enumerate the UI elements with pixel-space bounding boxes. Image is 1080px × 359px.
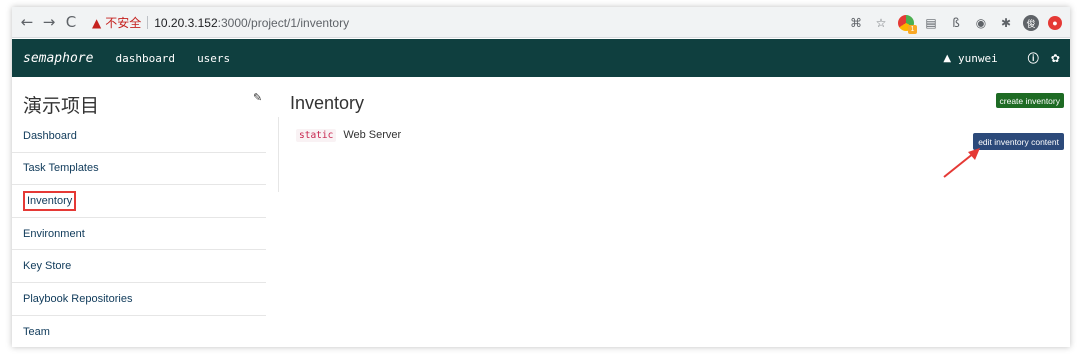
forward-arrow-icon[interactable]: →	[38, 11, 60, 33]
navbar-right: ▲ yunwei ⓘ ✿	[943, 39, 1060, 77]
browser-actions: ⌘ ☆ 1 ▤ ß ◉ ✱ 俊 ●	[848, 13, 1062, 34]
star-icon[interactable]: ☆	[873, 16, 889, 30]
adblock-icon[interactable]: ●	[1048, 16, 1062, 30]
inventory-type-badge: static	[296, 128, 337, 142]
info-icon[interactable]: ⓘ	[1028, 50, 1039, 66]
link-icon[interactable]: ß	[948, 16, 964, 30]
sidebar-item-inventory[interactable]: Inventory	[12, 185, 266, 218]
insecure-label: 不安全	[105, 16, 142, 30]
user-menu[interactable]: ▲ yunwei	[943, 52, 997, 65]
url-host: 10.20.3.152	[154, 15, 218, 30]
sidebar-item-label: Key Store	[23, 260, 72, 273]
user-icon: ▲	[943, 52, 952, 64]
address-separator	[147, 16, 149, 29]
sidebar-item-label: Environment	[23, 227, 85, 240]
sidebar-menu: Dashboard Task Templates Inventory Envir…	[12, 120, 266, 347]
browser-window: ← → C ▲ 不安全 10.20.3.152:3000/project/1/i…	[12, 7, 1070, 347]
brand-logo[interactable]: semaphore	[23, 51, 93, 66]
annotation-arrow-icon	[943, 148, 980, 178]
create-inventory-button[interactable]: create inventory	[995, 93, 1064, 108]
sidebar-item-label: Team	[23, 325, 50, 338]
nav-users[interactable]: users	[197, 52, 230, 65]
back-arrow-icon[interactable]: ←	[16, 11, 38, 33]
column-divider	[278, 117, 279, 192]
warning-icon: ▲	[92, 15, 102, 30]
sidebar-item-team[interactable]: Team	[12, 316, 266, 347]
edit-icon[interactable]: ✎	[253, 91, 262, 104]
main-content: Inventory create inventory static Web Se…	[290, 77, 1070, 347]
address-bar[interactable]: ▲ 不安全 10.20.3.152:3000/project/1/invento…	[92, 12, 872, 33]
sidebar-item-task-templates[interactable]: Task Templates	[12, 153, 266, 186]
sidebar-item-playbook-repositories[interactable]: Playbook Repositories	[12, 283, 266, 316]
sidebar-item-key-store[interactable]: Key Store	[12, 250, 266, 283]
inventory-row[interactable]: static Web Server	[296, 127, 1066, 143]
sidebar-item-label: Playbook Repositories	[23, 292, 133, 305]
sidebar-item-label: Task Templates	[23, 162, 99, 175]
extension-icon[interactable]: 1	[898, 15, 917, 34]
app-navbar: semaphore dashboard users ▲ yunwei ⓘ ✿	[12, 39, 1070, 77]
puzzle-icon[interactable]: ✱	[998, 16, 1014, 30]
page-title: Inventory	[290, 93, 365, 113]
sidebar-item-environment[interactable]: Environment	[12, 218, 266, 251]
nav-dashboard[interactable]: dashboard	[115, 52, 175, 65]
inventory-name[interactable]: Web Server	[343, 129, 401, 141]
reader-icon[interactable]: ▤	[923, 16, 939, 30]
url-path: :3000/project/1/inventory	[217, 15, 350, 30]
sidebar: 演示项目 ✎ Dashboard Task Templates Inventor…	[12, 77, 266, 347]
broadcast-icon[interactable]: ◉	[973, 16, 989, 30]
sidebar-item-label: Inventory	[23, 190, 77, 211]
sidebar-item-dashboard[interactable]: Dashboard	[12, 120, 266, 153]
browser-toolbar: ← → C ▲ 不安全 10.20.3.152:3000/project/1/i…	[12, 7, 1070, 38]
project-title: 演示项目	[23, 95, 100, 117]
reload-icon[interactable]: C	[60, 11, 82, 33]
translate-icon[interactable]: ⌘	[848, 16, 864, 30]
sidebar-item-label: Dashboard	[23, 129, 77, 142]
gear-icon[interactable]: ✿	[1051, 52, 1060, 65]
extension-badge: 1	[908, 25, 917, 34]
username: yunwei	[958, 51, 998, 65]
profile-avatar[interactable]: 俊	[1023, 15, 1039, 31]
